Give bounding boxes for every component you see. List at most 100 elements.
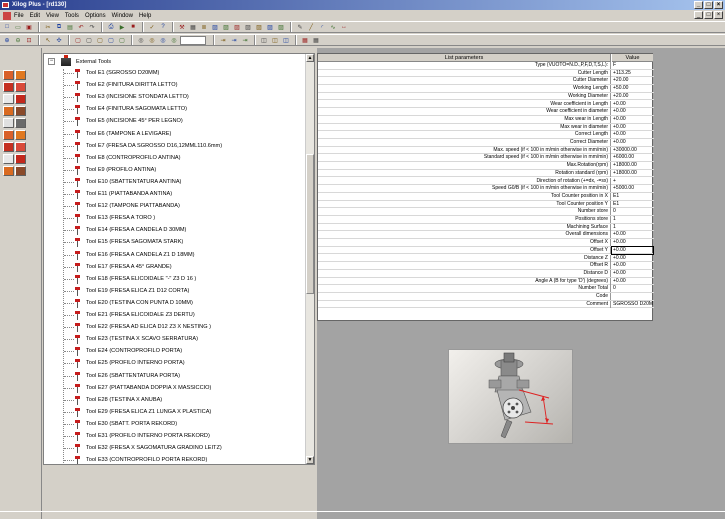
tool-tree-item[interactable]: Tool E10 (SBATTENTATURA ANTINA) xyxy=(44,177,306,188)
lens-icon[interactable]: ◎ xyxy=(158,35,168,45)
parameter-row[interactable]: Comment SGROSSO D20M xyxy=(318,300,654,309)
save-icon[interactable]: ▣ xyxy=(24,22,34,32)
view-icon[interactable]: ▨ xyxy=(243,22,253,32)
tool-tree-item[interactable]: Tool E22 (FRESA AD ELICA D12 Z3 X NESTIN… xyxy=(44,322,306,333)
bore-icon[interactable] xyxy=(15,166,26,176)
pocket-icon[interactable] xyxy=(15,142,26,152)
mark-icon[interactable] xyxy=(3,94,14,104)
parameter-row[interactable]: Max.Rotation(rpm) +18000.00 xyxy=(318,162,654,170)
box-icon[interactable]: ◫ xyxy=(281,35,291,45)
zoom-in-icon[interactable]: ⊕ xyxy=(2,35,12,45)
doc-minimize-button[interactable]: _ xyxy=(694,11,703,19)
frame-icon[interactable]: ▢ xyxy=(106,35,116,45)
parameter-row[interactable]: Working Diameter +20.00 xyxy=(318,92,654,101)
route-icon[interactable] xyxy=(3,82,14,92)
parameter-row[interactable]: Standard speed (if < 100 in m/min otherw… xyxy=(318,154,654,163)
layer-icon[interactable] xyxy=(15,118,26,128)
paste-icon[interactable]: ▤ xyxy=(65,22,75,32)
tool-tree-item[interactable]: Tool E8 (CONTROPROFILO ANTINA) xyxy=(44,153,306,164)
scroll-down-arrow-icon[interactable]: ▼ xyxy=(306,456,314,464)
grid-icon[interactable]: ▦ xyxy=(188,22,198,32)
parameter-row[interactable]: Working Length +50.00 xyxy=(318,85,654,93)
parameter-value[interactable]: +0.00 xyxy=(612,278,653,285)
parameter-row[interactable]: Tool Counter position Y E1 xyxy=(318,200,654,209)
parameter-row[interactable]: Distance D +0.00 xyxy=(318,269,654,278)
pen-icon[interactable]: ✎ xyxy=(295,22,305,32)
undo-icon[interactable]: ↶ xyxy=(76,22,86,32)
tool-tree-item[interactable]: Tool E1 (SGROSSO D20MM) xyxy=(44,68,306,79)
parameter-row[interactable]: Cutter Diameter +20.00 xyxy=(318,77,654,86)
tool-tree-item[interactable]: Tool E13 (FRESA A TORO ) xyxy=(44,213,306,224)
parameter-row[interactable]: Offset R +0.00 xyxy=(318,262,654,270)
menu-view[interactable]: View xyxy=(46,13,59,19)
parameter-value[interactable]: +18000.00 xyxy=(612,170,653,177)
parameter-row[interactable]: Code xyxy=(318,293,654,301)
box-icon[interactable]: ◫ xyxy=(270,35,280,45)
parameter-value[interactable]: 0 xyxy=(612,285,653,292)
parameter-value[interactable]: +18000.00 xyxy=(612,162,653,169)
parameter-value[interactable]: +5000.00 xyxy=(612,185,653,192)
parameter-row[interactable]: Max wear in diameter +0.00 xyxy=(318,123,654,132)
arrow-icon[interactable]: ↖ xyxy=(43,35,53,45)
tool-tree-item[interactable]: Tool E20 (TESTINA CON PUNTA D 10MM) xyxy=(44,298,306,309)
parameter-row[interactable]: Correct Length +0.00 xyxy=(318,131,654,139)
parameter-value[interactable]: +0.00 xyxy=(612,101,653,108)
parameter-row[interactable]: Tool Counter position in X E1 xyxy=(318,192,654,201)
profile-icon[interactable] xyxy=(3,106,14,116)
view-icon[interactable]: ▨ xyxy=(276,22,286,32)
grid-icon[interactable]: ▦ xyxy=(300,35,310,45)
stop-icon[interactable]: ■ xyxy=(128,22,138,32)
parameter-row[interactable]: Distance Z +0.00 xyxy=(318,254,654,263)
check-icon[interactable]: ✓ xyxy=(147,22,157,32)
drill-icon[interactable] xyxy=(3,70,14,80)
parameter-row[interactable]: Max wear in Length +0.00 xyxy=(318,115,654,124)
parameter-value[interactable]: +113.25 xyxy=(612,70,653,77)
parameter-value[interactable]: E1 xyxy=(612,201,653,208)
mark-icon[interactable] xyxy=(3,154,14,164)
lens-icon[interactable]: ◎ xyxy=(147,35,157,45)
tool-tree-item[interactable]: Tool E15 (FRESA SAGOMATA STARK) xyxy=(44,237,306,248)
lens-icon[interactable]: ◎ xyxy=(136,35,146,45)
nav-icon[interactable]: ⇥ xyxy=(229,35,239,45)
parameter-value[interactable]: +6000.00 xyxy=(612,154,653,161)
open-icon[interactable]: ▭ xyxy=(13,22,23,32)
run-icon[interactable]: ▶ xyxy=(117,22,127,32)
lens-icon[interactable]: ◎ xyxy=(169,35,179,45)
drill-icon[interactable] xyxy=(3,130,14,140)
help-icon[interactable]: ? xyxy=(158,22,168,32)
menu-options[interactable]: Options xyxy=(85,13,106,19)
close-button[interactable]: × xyxy=(714,1,723,9)
frame-icon[interactable]: ▢ xyxy=(95,35,105,45)
tool-tree-item[interactable]: Tool E26 (SBATTENTATURA PORTA) xyxy=(44,371,306,382)
menu-window[interactable]: Window xyxy=(112,13,133,19)
cut-icon[interactable] xyxy=(15,94,26,104)
parameter-row[interactable]: Angle A (B for type 'D') (degrees) +0.00 xyxy=(318,277,654,286)
tool-tree-item[interactable]: Tool E6 (TAMPONE A LEVIGARE) xyxy=(44,129,306,140)
line-icon[interactable]: ╱ xyxy=(306,22,316,32)
parameter-value[interactable]: + xyxy=(612,178,653,185)
parameter-value[interactable]: 1 xyxy=(612,216,653,223)
nav-icon[interactable]: ⇥ xyxy=(218,35,228,45)
tool-tree-item[interactable]: Tool E4 (FINITURA SAGOMATA LETTO) xyxy=(44,104,306,115)
saw-icon[interactable] xyxy=(15,70,26,80)
parameter-row[interactable]: Overall dimensions +0.00 xyxy=(318,231,654,240)
parameter-row[interactable]: Correct Diameter +0.00 xyxy=(318,139,654,147)
tool-tree-item[interactable]: Tool E2 (FINITURA DIRITTA LETTO) xyxy=(44,80,306,91)
parameter-value[interactable]: +0.00 xyxy=(612,255,653,262)
tool-tree-item[interactable]: Tool E31 (PROFILO INTERNO PORTA REKORD) xyxy=(44,431,306,442)
parameter-value[interactable]: +0.00 xyxy=(612,231,653,238)
tool-tree-item[interactable]: Tool E25 (PROFILO INTERNO PORTA) xyxy=(44,358,306,369)
parameter-value[interactable]: +0.00 xyxy=(612,131,653,138)
parameter-row[interactable]: Number Total 0 xyxy=(318,285,654,293)
tool-tree-item[interactable]: Tool E29 (FRESA ELICA Z1 LUNGA X PLASTIC… xyxy=(44,407,306,418)
parameter-value[interactable]: +0.00 xyxy=(612,270,653,277)
print-icon[interactable]: ⎙ xyxy=(106,22,116,32)
tool-tree-item[interactable]: Tool E12 (TAMPONE PIATTABANDA) xyxy=(44,201,306,212)
view-icon[interactable]: ▨ xyxy=(221,22,231,32)
parameter-value[interactable]: +0.00 xyxy=(612,262,653,269)
scroll-thumb[interactable] xyxy=(306,154,314,294)
tool-tree-item[interactable]: Tool E5 (INCISIONE 45° PER LEGNO) xyxy=(44,116,306,127)
parameter-value[interactable]: +0.00 xyxy=(611,245,654,255)
menu-tools[interactable]: Tools xyxy=(65,13,79,19)
parameter-row[interactable]: Speed G0/B (if < 100 in m/min otherwise … xyxy=(318,185,654,193)
